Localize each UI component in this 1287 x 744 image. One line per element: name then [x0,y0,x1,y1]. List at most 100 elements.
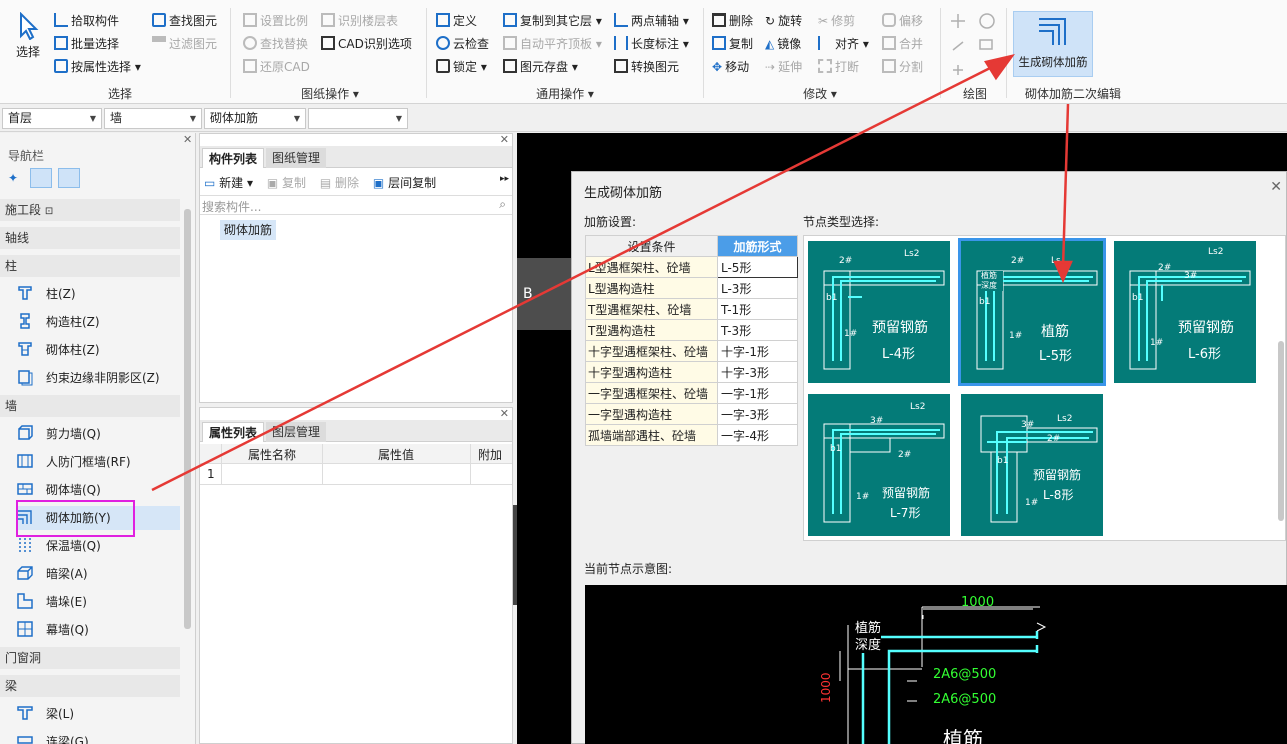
find-replace-button[interactable]: 查找替换 [243,34,308,54]
table-row[interactable]: 孤墙端部遇柱、砼墙 一字-4形 [585,424,798,446]
set-ratio-button[interactable]: 设置比例 [243,11,308,31]
nav-section-axis[interactable]: 轴线 [0,227,180,249]
nav-section-column[interactable]: 柱 [0,255,180,277]
dimension-button[interactable]: 长度标注 ▾ [614,34,689,54]
close-icon[interactable]: ✕ [500,407,509,420]
nav-item-beam[interactable]: 梁(L) [16,702,180,726]
cad-options-button[interactable]: CAD识别选项 [321,34,412,54]
table-row[interactable]: 一字型遇构造柱 一字-3形 [585,403,798,425]
nav-section-opening[interactable]: 门窗洞 [0,647,180,669]
cell-form[interactable]: L-5形 [717,256,798,278]
nav-item-masonry-column[interactable]: 砌体柱(Z) [16,338,180,362]
save-element-button[interactable]: 图元存盘 ▾ [503,57,578,77]
cell-form[interactable]: 一字-1形 [717,382,798,404]
split-button[interactable]: 分割 [882,57,923,77]
table-row[interactable]: 十字型遇构造柱 十字-3形 [585,361,798,383]
floor-select[interactable]: 首层 ▼ [2,108,102,129]
draw-tools[interactable] [948,10,998,80]
trim-button[interactable]: ✂ 修剪 [818,11,855,31]
cloud-check-button[interactable]: 云检查 [436,34,489,54]
close-icon[interactable]: ✕ [500,133,509,146]
cell-form[interactable]: 十字-3形 [717,361,798,383]
floor-table-recognize-button[interactable]: 识别楼层表 [321,11,398,31]
tab-attribute-list[interactable]: 属性列表 [202,422,265,442]
cell-form[interactable]: 十字-1形 [717,340,798,362]
offset-button[interactable]: 偏移 [882,11,923,31]
cell-form[interactable]: 一字-4形 [717,424,798,446]
table-row[interactable]: T型遇构造柱 T-3形 [585,319,798,341]
nav-scrollbar[interactable] [184,209,191,629]
nav-item-constructional-column[interactable]: 构造柱(Z) [16,310,180,334]
node-scrollbar[interactable] [1278,341,1284,521]
tab-component-list[interactable]: 构件列表 [202,148,265,168]
table-row[interactable]: L型遇框架柱、砼墙 L-5形 [585,256,798,278]
more-icon[interactable]: ▸▸ [500,174,509,184]
tab-layer-management[interactable]: 图层管理 [266,422,327,442]
list-view-icon[interactable] [30,168,52,188]
node-card-l8[interactable]: 3# Ls2 2# b1 1# 预留钢筋 L-8形 [961,394,1103,536]
move-button[interactable]: ✥ 移动 [712,57,749,77]
copy-button[interactable]: ▣ 复制 [267,176,306,190]
new-button[interactable]: ▭ 新建 ▾ [204,176,253,190]
node-card-l5[interactable]: 2# Ls 植筋深度 b1 1# 植筋 L-5形 [958,238,1106,386]
break-button[interactable]: 打断 [818,57,859,77]
table-row[interactable]: 十字型遇框架柱、砼墙 十字-1形 [585,340,798,362]
close-icon[interactable]: ✕ [183,133,192,146]
extend-button[interactable]: ⇢ 延伸 [765,57,802,77]
delete-button[interactable]: ▤ 删除 [320,176,359,190]
cell-form[interactable]: T-3形 [717,319,798,341]
component-search-input[interactable]: 搜索构件... ⌕ [200,195,512,215]
delete-button[interactable]: 删除 [712,11,753,31]
nav-item-column[interactable]: 柱(Z) [16,282,180,306]
nav-item-masonry-wall[interactable]: 砌体墙(Q) [16,478,180,502]
nav-section-wall[interactable]: 墙 [0,395,180,417]
mirror-button[interactable]: ◭ 镜像 [765,34,801,54]
close-icon[interactable]: ✕ [1270,179,1282,195]
restore-cad-button[interactable]: 还原CAD [243,57,310,77]
nav-item-insulation-wall[interactable]: 保温墙(Q) [16,534,180,558]
two-point-axis-button[interactable]: 两点辅轴 ▾ [614,11,689,31]
filter-element-button[interactable]: 过滤图元 [152,34,217,54]
merge-button[interactable]: 合并 [882,34,923,54]
copy-to-floor-button[interactable]: 复制到其它层 ▾ [503,11,602,31]
cell-form[interactable]: T-1形 [717,298,798,320]
batch-select-button[interactable]: 批量选择 [54,34,119,54]
detail-view-icon[interactable] [58,168,80,188]
type-select[interactable]: 墙 ▼ [104,108,202,129]
nav-item-boundary-zone[interactable]: 约束边缘非阴影区(Z) [16,366,180,390]
nav-item-shear-wall[interactable]: 剪力墙(Q) [16,422,180,446]
pick-component-button[interactable]: 拾取构件 [54,11,119,31]
cell-form[interactable]: 一字-3形 [717,403,798,425]
lock-button[interactable]: 锁定 ▾ [436,57,487,77]
auto-level-button[interactable]: 自动平齐顶板 ▾ [503,34,602,54]
nav-section-beam[interactable]: 梁 [0,675,180,697]
table-row[interactable]: 一字型遇框架柱、砼墙 一字-1形 [585,382,798,404]
subtype-select[interactable]: 砌体加筋 ▼ [204,108,306,129]
select-by-attribute-button[interactable]: 按属性选择 ▾ [54,57,141,77]
nav-item-civil-defense-wall[interactable]: 人防门框墙(RF) [16,450,180,474]
nav-item-coupling-beam[interactable]: 连梁(G) [16,730,180,744]
nav-item-wall-pier[interactable]: 墙垛(E) [16,590,180,614]
table-row[interactable]: T型遇框架柱、砼墙 T-1形 [585,298,798,320]
node-card-l4[interactable]: 2# Ls2 b1 1# 预留钢筋 L-4形 [808,241,950,383]
table-row[interactable]: 1 [200,465,512,485]
floor-copy-button[interactable]: ▣ 层间复制 [373,176,436,190]
define-button[interactable]: 定义 [436,11,477,31]
copy-button[interactable]: 复制 [712,34,753,54]
nav-item-hidden-beam[interactable]: 暗梁(A) [16,562,180,586]
find-element-button[interactable]: 查找图元 [152,11,217,31]
node-card-l7[interactable]: 3# Ls2 2# b1 1# 预留钢筋 L-7形 [808,394,950,536]
generate-masonry-rebar-button[interactable]: 生成砌体加筋 [1013,11,1093,77]
nav-section-construction[interactable]: 施工段 ⊡ [0,199,180,221]
node-card-l6[interactable]: 2# Ls2 3# b1 1# 预留钢筋 L-6形 [1114,241,1256,383]
component-item[interactable]: 砌体加筋 [220,220,277,240]
component-select[interactable]: ▼ [308,108,408,129]
rotate-button[interactable]: ↻ 旋转 [765,11,802,31]
cell-form[interactable]: L-3形 [717,277,798,299]
tab-drawing-management[interactable]: 图纸管理 [266,148,327,168]
select-button[interactable]: 选择 [8,11,48,67]
convert-element-button[interactable]: 转换图元 [614,57,679,77]
sparkle-icon[interactable]: ✦ [8,171,22,185]
table-row[interactable]: L型遇构造柱 L-3形 [585,277,798,299]
align-button[interactable]: 对齐 ▾ [818,34,869,54]
